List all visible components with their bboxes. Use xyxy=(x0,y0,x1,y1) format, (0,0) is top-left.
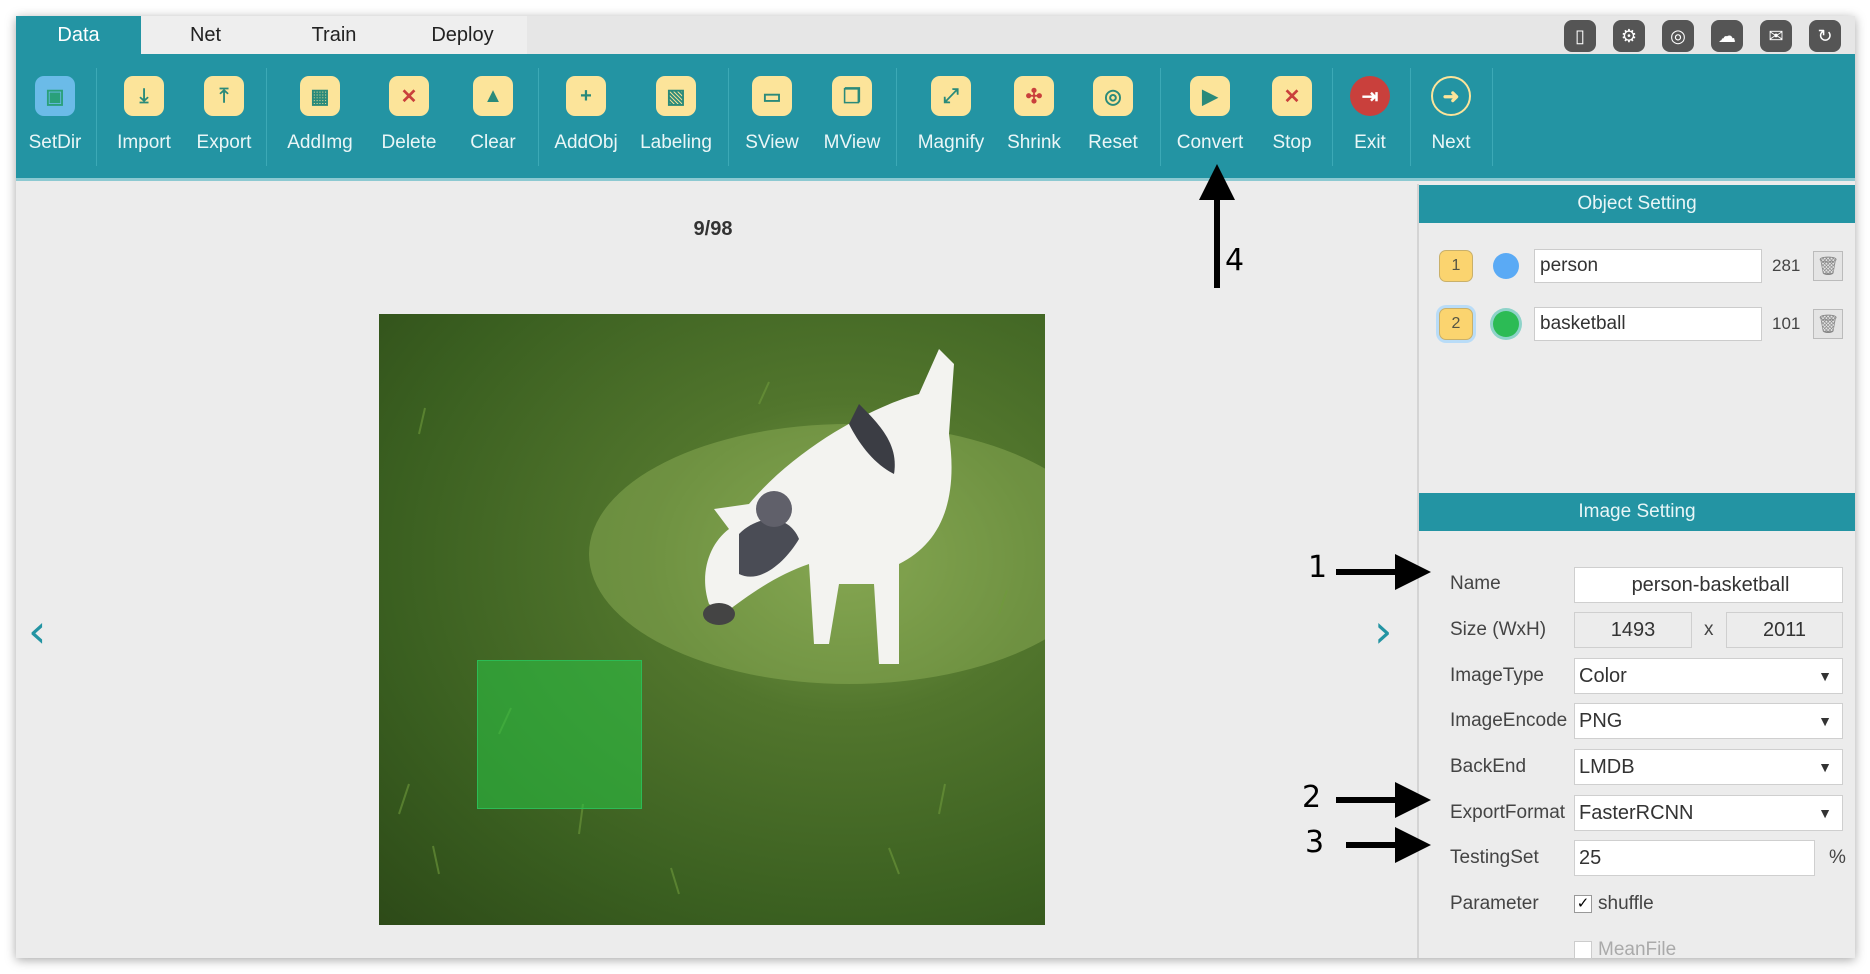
annotation-number-2: 2 xyxy=(1302,780,1322,815)
annotation-arrows xyxy=(1199,164,1431,863)
annotation-number-3: 3 xyxy=(1305,825,1325,860)
annotation-number-4: 4 xyxy=(1225,243,1245,278)
annotation-number-1: 1 xyxy=(1308,550,1328,585)
